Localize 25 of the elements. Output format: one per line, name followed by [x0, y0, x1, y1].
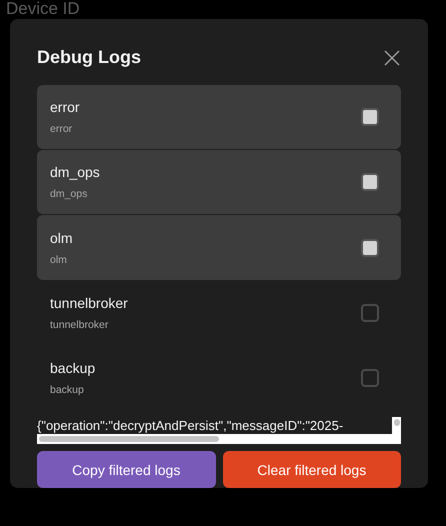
background-label: Device ID — [6, 0, 80, 18]
filter-row[interactable]: error error — [37, 85, 401, 150]
dialog-title: Debug Logs — [37, 47, 141, 68]
filter-row[interactable]: tunnelbroker tunnelbroker — [37, 280, 401, 345]
filter-row[interactable]: backup backup — [37, 346, 401, 410]
filter-row[interactable]: dm_ops dm_ops — [37, 150, 401, 214]
filter-tag: dm_ops — [50, 188, 100, 200]
filter-tag: backup — [50, 384, 96, 396]
filter-name: olm — [50, 230, 73, 246]
checkbox[interactable] — [361, 304, 379, 322]
filter-tag: error — [50, 123, 80, 136]
copy-button[interactable]: Copy filtered logs — [37, 451, 216, 488]
filter-tag: olm — [50, 254, 73, 266]
filter-tag: tunnelbroker — [50, 318, 128, 331]
checkbox[interactable] — [361, 368, 379, 387]
checkbox[interactable] — [361, 173, 379, 192]
filter-name: backup — [50, 360, 96, 376]
filter-name: dm_ops — [50, 164, 100, 180]
filter-row[interactable]: olm olm — [37, 215, 401, 280]
filter-name: error — [50, 99, 80, 116]
clear-button[interactable]: Clear filtered logs — [222, 451, 401, 488]
checkbox[interactable] — [361, 238, 379, 256]
checkbox[interactable] — [361, 108, 379, 126]
close-icon[interactable] — [383, 48, 401, 66]
filter-name: tunnelbroker — [50, 294, 128, 311]
